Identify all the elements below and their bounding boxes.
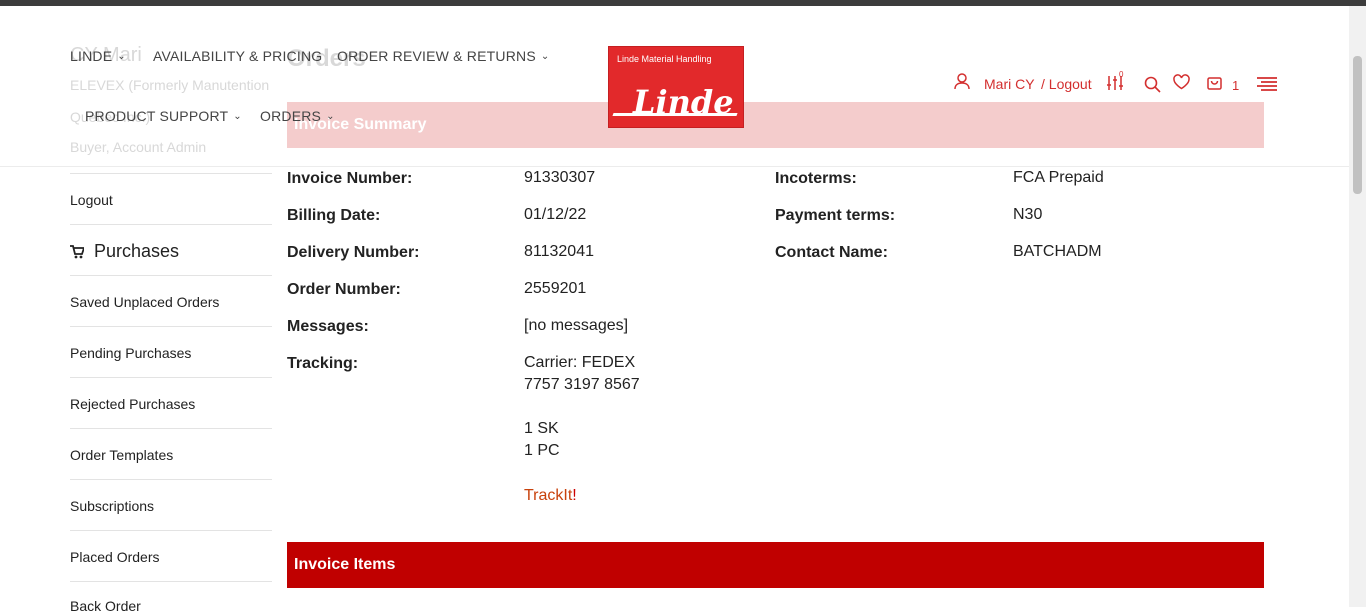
invoice-number-label: Invoice Number: [287, 170, 413, 187]
sidebar-divider [70, 173, 272, 174]
nav-order-review-returns[interactable]: ORDER REVIEW & RETURNS ⌄ [337, 48, 549, 64]
cart-count: 1 [1232, 78, 1240, 93]
trackit-bang: ! [572, 487, 577, 504]
sidebar-divider [70, 428, 272, 429]
billing-date-value: 01/12/22 [524, 206, 587, 223]
sidebar-item-rejected-purchases[interactable]: Rejected Purchases [70, 396, 195, 412]
trackit-link-label[interactable]: TrackIt [524, 487, 572, 504]
invoice-number-value: 91330307 [524, 169, 596, 186]
cart-icon [70, 244, 84, 258]
tracking-label: Tracking: [287, 355, 359, 372]
sidebar-item-back-order[interactable]: Back Order [70, 598, 141, 614]
purchases-heading-label: Purchases [94, 241, 180, 261]
payment-terms-label: Payment terms: [775, 207, 896, 224]
sidebar-divider [70, 479, 272, 480]
incoterms-value: FCA Prepaid [1013, 169, 1104, 186]
nav-linde[interactable]: LINDE ⌄ [70, 48, 126, 64]
trackit-link[interactable]: TrackIt! [524, 487, 577, 505]
nav-order-review-label[interactable]: ORDER REVIEW & RETURNS [337, 48, 536, 64]
nav-orders-label[interactable]: ORDERS [260, 108, 321, 124]
contact-name-value: BATCHADM [1013, 243, 1102, 260]
chevron-down-icon: ⌄ [326, 110, 335, 122]
sidebar-item-order-templates[interactable]: Order Templates [70, 447, 173, 463]
page-scrollbar[interactable] [1349, 6, 1366, 607]
nav-product-support[interactable]: PRODUCT SUPPORT ⌄ [85, 108, 242, 124]
linde-logo[interactable]: Linde Material Handling Linde [608, 46, 744, 128]
user-icon[interactable] [954, 72, 972, 95]
search-icon[interactable] [1144, 76, 1161, 98]
sidebar-logout-link[interactable]: Logout [70, 192, 113, 208]
chevron-down-icon: ⌄ [540, 50, 550, 62]
tracking-number: 7757 3197 8567 [524, 376, 640, 393]
billing-date-label: Billing Date: [287, 207, 381, 224]
order-number-label: Order Number: [287, 281, 401, 298]
chevron-down-icon: ⌄ [117, 50, 126, 62]
sidebar-item-pending-purchases[interactable]: Pending Purchases [70, 345, 191, 361]
order-number-value: 2559201 [524, 280, 587, 297]
invoice-items-header: Invoice Items [287, 542, 1264, 588]
nav-orders[interactable]: ORDERS ⌄ [260, 108, 335, 124]
tracking-qty-sk: 1 SK [524, 420, 559, 437]
header-user-name[interactable]: Mari CY [984, 76, 1035, 92]
chevron-down-icon: ⌄ [233, 110, 242, 122]
logo-underline [612, 113, 738, 116]
payment-terms-value: N30 [1013, 206, 1043, 223]
delivery-number-label: Delivery Number: [287, 244, 420, 261]
heart-icon[interactable] [1173, 74, 1190, 95]
sidebar-item-saved-unplaced-orders[interactable]: Saved Unplaced Orders [70, 294, 219, 310]
nav-linde-label[interactable]: LINDE [70, 48, 112, 64]
messages-label: Messages: [287, 318, 369, 335]
scrollbar-thumb[interactable] [1353, 56, 1362, 194]
sidebar-item-placed-orders[interactable]: Placed Orders [70, 549, 159, 565]
sidebar-item-subscriptions[interactable]: Subscriptions [70, 498, 154, 514]
nav-availability-pricing[interactable]: AVAILABILITY & PRICING [153, 48, 322, 64]
invoice-items-title: Invoice Items [294, 556, 396, 573]
messages-value: [no messages] [524, 317, 629, 334]
logo-tagline: Linde Material Handling [617, 54, 712, 64]
hamburger-menu-icon[interactable] [1256, 76, 1278, 97]
sidebar-divider [70, 377, 272, 378]
purchases-heading: Purchases [70, 241, 179, 262]
delivery-number-value: 81132041 [524, 243, 594, 260]
sidebar-divider [70, 224, 272, 225]
tracking-carrier: Carrier: FEDEX [524, 354, 636, 371]
sidebar-divider [70, 581, 272, 582]
site-header: LINDE ⌄ AVAILABILITY & PRICING ORDER REVI… [0, 6, 1350, 167]
tracking-qty-pc: 1 PC [524, 442, 560, 459]
contact-name-label: Contact Name: [775, 244, 888, 261]
compare-count-badge: 0 [1119, 70, 1124, 79]
sidebar-divider [70, 326, 272, 327]
sidebar-divider [70, 530, 272, 531]
incoterms-label: Incoterms: [775, 170, 857, 187]
nav-product-support-label[interactable]: PRODUCT SUPPORT [85, 108, 228, 124]
sidebar-divider [70, 275, 272, 276]
header-logout-link[interactable]: / Logout [1041, 76, 1092, 92]
cart-bag-icon[interactable] [1206, 74, 1223, 96]
nav-availability-label[interactable]: AVAILABILITY & PRICING [153, 48, 322, 64]
